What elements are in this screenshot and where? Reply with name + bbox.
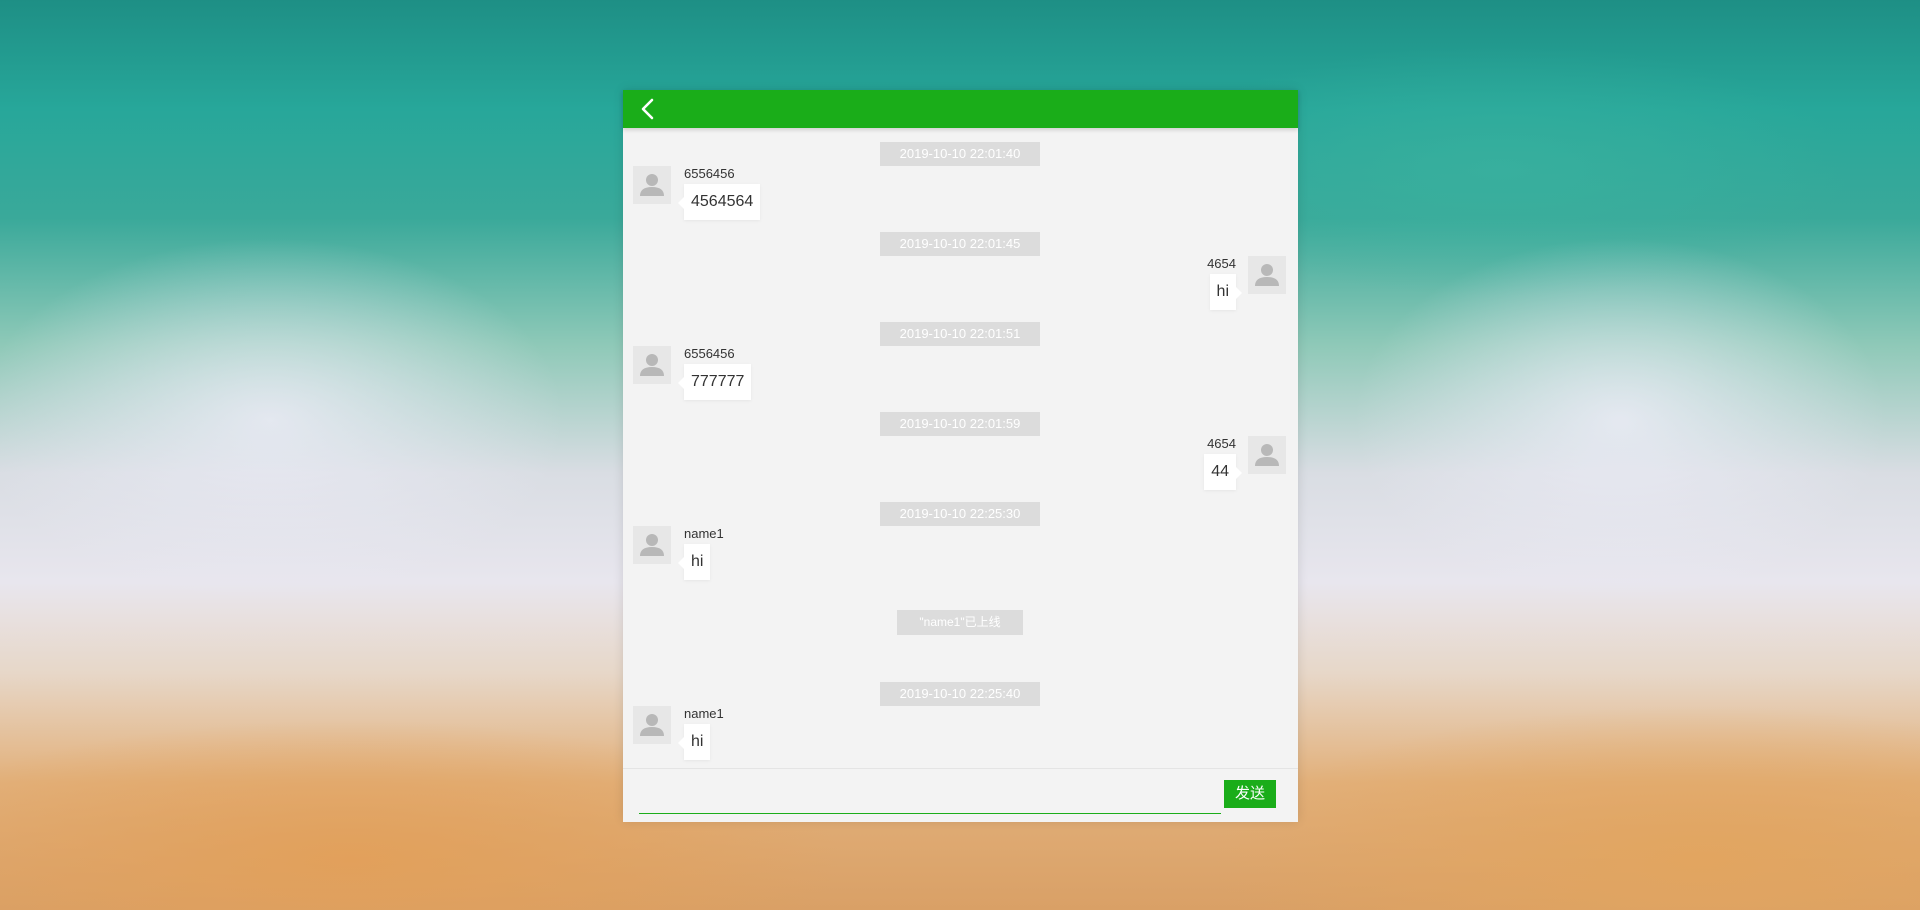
- avatar-icon[interactable]: [633, 346, 671, 384]
- sender-name: 4654: [1207, 256, 1236, 271]
- message-bubble[interactable]: hi: [677, 724, 711, 760]
- message-list[interactable]: 2019-10-10 22:01:40 6556456 4564564 2019…: [623, 128, 1298, 805]
- message-timestamp: 2019-10-10 22:01:51: [880, 322, 1040, 346]
- chevron-left-icon[interactable]: [637, 97, 661, 121]
- avatar-icon[interactable]: [633, 706, 671, 744]
- message-timestamp: 2019-10-10 22:01:59: [880, 412, 1040, 436]
- chat-window: 2019-10-10 22:01:40 6556456 4564564 2019…: [623, 90, 1298, 822]
- avatar-icon[interactable]: [1248, 436, 1286, 474]
- message-timestamp: 2019-10-10 22:01:45: [880, 232, 1040, 256]
- message-bubble[interactable]: hi: [677, 544, 711, 580]
- send-button[interactable]: 发送: [1224, 780, 1276, 808]
- sender-name: 6556456: [684, 166, 735, 181]
- message-timestamp: 2019-10-10 22:01:40: [880, 142, 1040, 166]
- avatar-icon[interactable]: [633, 526, 671, 564]
- sender-name: name1: [684, 526, 724, 541]
- sender-name: name1: [684, 706, 724, 721]
- message-input[interactable]: [639, 779, 1221, 814]
- message-timestamp: 2019-10-10 22:25:30: [880, 502, 1040, 526]
- chat-header: [623, 90, 1298, 128]
- message-bubble[interactable]: 44: [1204, 454, 1242, 490]
- message-bubble[interactable]: 777777: [677, 364, 752, 400]
- avatar-icon[interactable]: [633, 166, 671, 204]
- input-bar: 发送: [623, 768, 1298, 822]
- message-timestamp: 2019-10-10 22:25:40: [880, 682, 1040, 706]
- avatar-icon[interactable]: [1248, 256, 1286, 294]
- message-bubble[interactable]: hi: [1209, 274, 1243, 310]
- sender-name: 6556456: [684, 346, 735, 361]
- sender-name: 4654: [1207, 436, 1236, 451]
- online-notice: "name1"已上线: [897, 610, 1023, 635]
- message-bubble[interactable]: 4564564: [677, 184, 761, 220]
